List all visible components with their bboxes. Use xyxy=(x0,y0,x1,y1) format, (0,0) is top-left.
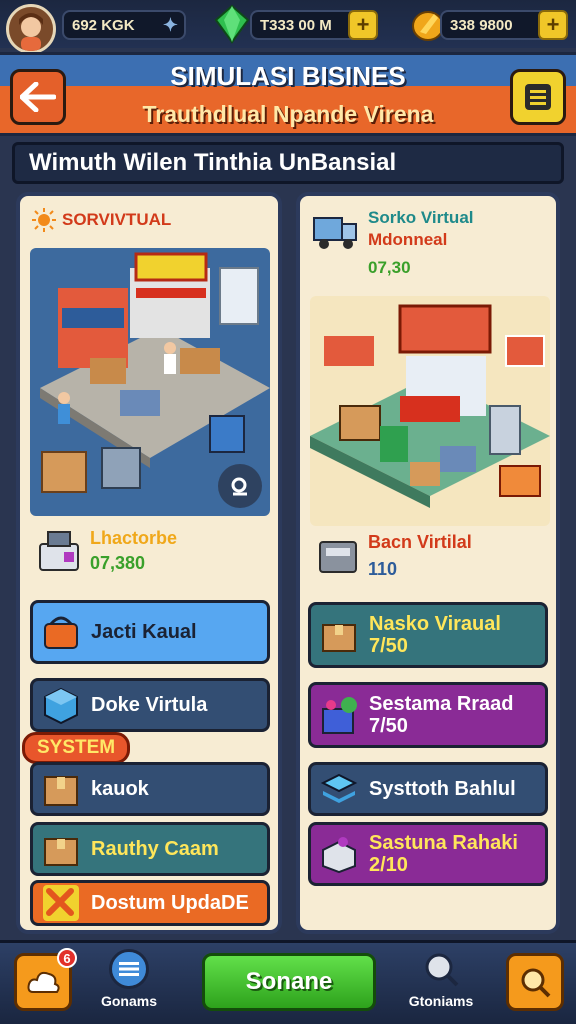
right-action-1-label: Nasko Viraual xyxy=(369,613,501,635)
right-panel-value: 07,30 xyxy=(368,258,411,277)
left-action-2[interactable]: Doke Virtula xyxy=(30,678,270,732)
cube-icon xyxy=(44,687,78,725)
left-action-4-label: Rauthy Caam xyxy=(91,837,219,860)
nav-games-label: Gonams xyxy=(100,993,157,1009)
system-tag: SYSTEM xyxy=(22,732,131,764)
left-action-1-label: Jacti Kaual xyxy=(91,620,197,643)
nav-search-label: Gtoniams xyxy=(408,993,474,1009)
left-action-3[interactable]: kauok xyxy=(30,762,270,816)
section-banner: Wimuth Wilen Tinthia UnBansial xyxy=(12,142,564,184)
player-avatar[interactable] xyxy=(6,4,56,54)
task-list-button[interactable] xyxy=(510,69,566,125)
market-isometric-art xyxy=(310,304,550,508)
notification-badge: 6 xyxy=(57,948,77,968)
left-info-value: 07,380 xyxy=(90,553,146,573)
left-action-2-label: Doke Virtula xyxy=(91,693,208,716)
checklist-icon xyxy=(525,84,551,110)
avatar-face-icon xyxy=(9,7,53,51)
right-action-4-label: Sastuna Rahaki xyxy=(369,832,518,854)
primary-action-button[interactable]: Sonane xyxy=(202,953,376,1011)
delivery-truck-icon xyxy=(313,217,357,249)
magnifier-icon xyxy=(521,968,551,998)
coins-pill: 338 9800 + xyxy=(440,10,568,40)
arrow-left-icon xyxy=(20,82,56,112)
left-store-panel: SORVIVTUAL Lhactorbe 07,380 Jacti Kaual … xyxy=(16,192,282,934)
left-info-row: Lhactorbe 07,380 xyxy=(36,528,177,574)
settings-star-icon[interactable]: ✦ xyxy=(163,15,178,36)
map-search-button[interactable] xyxy=(506,953,564,1011)
right-action-3-label: Systtoth Bahlul xyxy=(369,777,516,800)
currency-value: 692 KGK xyxy=(72,16,135,34)
box-icon xyxy=(322,624,356,652)
gift-box-icon xyxy=(322,697,357,734)
right-info-title: Bacn Virtilal xyxy=(368,532,472,552)
right-action-2-label: Sestama Rraad xyxy=(369,693,514,715)
right-panel-label-2: Mdonneal xyxy=(368,230,448,249)
right-store-panel: Sorko Virtual Mdonneal 07,30 Bacn Virtil… xyxy=(296,192,560,934)
right-action-2-value: 7/50 xyxy=(369,715,408,737)
zoom-icon xyxy=(231,477,247,496)
layers-icon xyxy=(320,773,358,803)
cloud-icon xyxy=(27,971,60,993)
crate-icon xyxy=(322,837,356,874)
left-action-3-label: kauok xyxy=(91,777,149,800)
add-coins-button[interactable]: + xyxy=(538,10,568,40)
right-panel-label-1: Sorko Virtual xyxy=(368,208,474,227)
bottom-navigation: 6 Gonams Sonane Gtoniams xyxy=(0,940,576,1024)
currency-pill: 692 KGK ✦ xyxy=(62,10,186,40)
nav-search[interactable]: Gtoniams xyxy=(396,949,486,1009)
left-action-5[interactable]: Dostum UpdaDE xyxy=(30,880,270,926)
box-icon xyxy=(44,838,78,866)
left-info-title: Lhactorbe xyxy=(90,528,178,548)
coins-value: 338 9800 xyxy=(450,16,513,34)
sun-icon xyxy=(32,208,56,232)
box-icon xyxy=(44,776,78,806)
page-title: SIMULASI BISINES xyxy=(170,61,406,91)
left-action-1[interactable]: Jacti Kaual xyxy=(30,600,270,664)
back-button[interactable] xyxy=(10,69,66,125)
right-action-2[interactable]: Sestama Rraad 7/50 xyxy=(308,682,548,748)
left-action-5-label: Dostum UpdaDE xyxy=(91,891,249,914)
wrench-icon xyxy=(43,885,79,921)
store-scene-illustration xyxy=(30,248,270,516)
register-icon xyxy=(319,541,357,573)
resource-bar: 692 KGK ✦ T333 00 M + 338 9800 + xyxy=(0,0,576,54)
add-gems-button[interactable]: + xyxy=(348,10,378,40)
basket-icon xyxy=(44,616,78,649)
right-action-4[interactable]: Sastuna Rahaki 2/10 xyxy=(308,822,548,886)
zoom-button[interactable] xyxy=(218,464,262,508)
right-action-3[interactable]: Systtoth Bahlul xyxy=(308,762,548,816)
cash-register-icon xyxy=(39,531,79,571)
right-action-1[interactable]: Nasko Viraual 7/50 xyxy=(308,602,548,668)
page-subtitle: Trauthdlual Npande Virena xyxy=(142,101,434,127)
gem-icon xyxy=(214,4,250,44)
nav-games[interactable]: Gonams xyxy=(84,949,174,1009)
right-action-4-value: 2/10 xyxy=(369,854,408,876)
gems-value: T333 00 M xyxy=(260,16,332,34)
left-panel-label: SORVIVTUAL xyxy=(62,210,172,229)
search-icon xyxy=(421,949,461,989)
page-header: SIMULASI BISINES Trauthdlual Npande Vire… xyxy=(0,52,576,136)
menu-lines-icon xyxy=(109,949,149,989)
right-action-1-value: 7/50 xyxy=(369,635,408,657)
notifications-button[interactable]: 6 xyxy=(14,948,77,1011)
market-scene-illustration xyxy=(310,296,550,526)
gems-pill: T333 00 M + xyxy=(250,10,378,40)
left-action-4[interactable]: Rauthy Caam xyxy=(30,822,270,876)
right-info-row: Bacn Virtilal 110 xyxy=(316,532,472,580)
right-info-value: 110 xyxy=(368,559,398,579)
